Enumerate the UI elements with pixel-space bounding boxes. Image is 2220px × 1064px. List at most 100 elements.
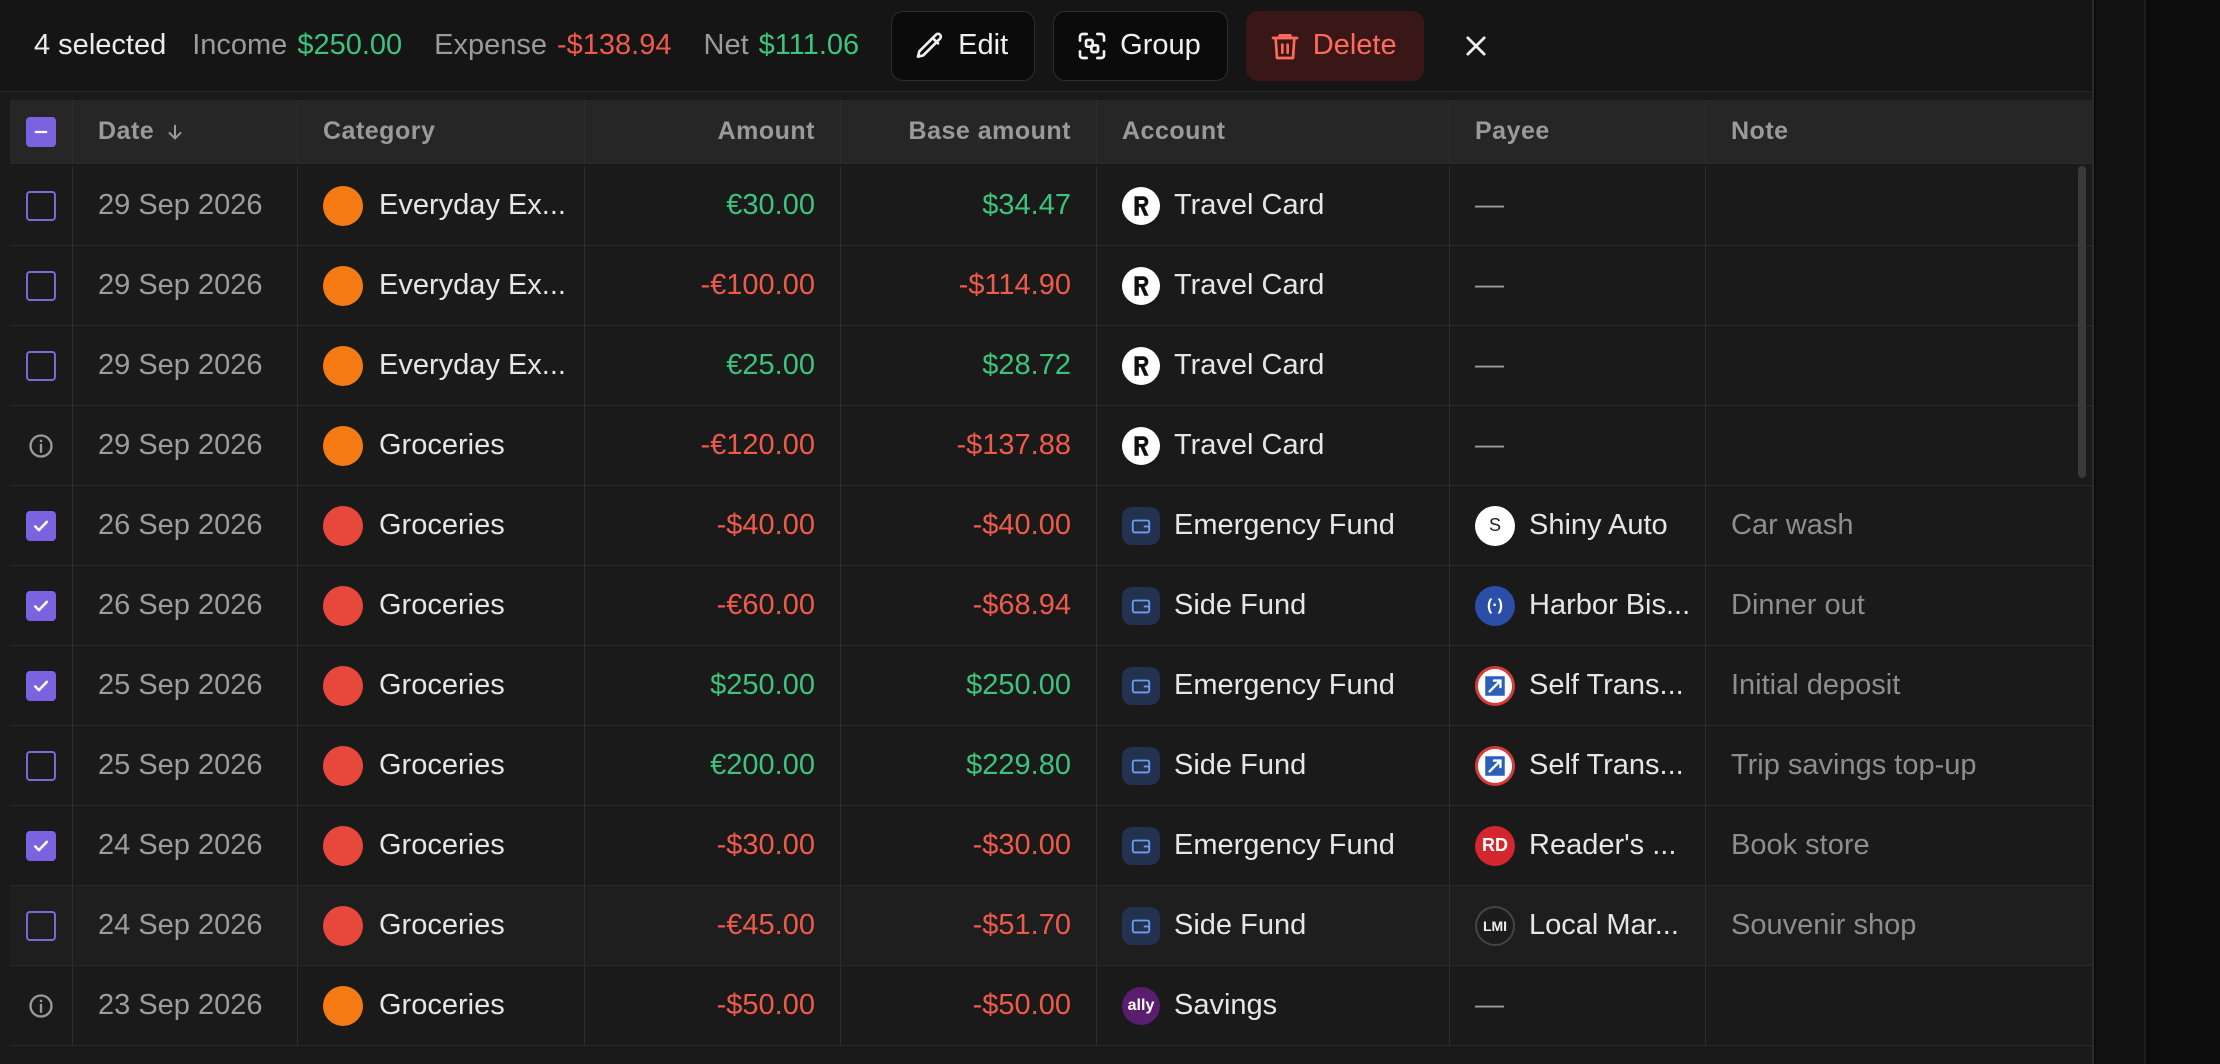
column-header-date[interactable]: Date [73, 100, 298, 163]
account-cell[interactable]: Emergency Fund [1097, 486, 1450, 565]
account-label: Savings [1174, 989, 1278, 1021]
base-amount-cell: -$137.88 [841, 406, 1097, 485]
base-amount-value: -$40.00 [972, 509, 1071, 541]
row-checkbox[interactable] [26, 190, 56, 221]
row-checkbox[interactable] [26, 830, 56, 861]
table-row[interactable]: 25 Sep 2026 Groceries €200.00 $229.80 Side F… [10, 726, 2092, 806]
account-cell[interactable]: Side Fund [1097, 566, 1450, 645]
revolut-icon [1122, 266, 1160, 305]
note-cell[interactable]: Initial deposit [1706, 646, 2092, 725]
category-cell[interactable]: Groceries [298, 966, 585, 1045]
payee-cell[interactable]: — [1450, 406, 1706, 485]
account-cell[interactable]: Travel Card [1097, 166, 1450, 245]
note-cell[interactable] [1706, 406, 2092, 485]
payee-avatar: S [1475, 505, 1515, 546]
payee-cell[interactable]: LMI Local Mar... [1450, 886, 1706, 965]
divider [2144, 0, 2146, 1064]
date-value: 25 Sep 2026 [98, 669, 263, 701]
column-header-amount[interactable]: Amount [585, 100, 841, 163]
info-icon[interactable] [27, 432, 55, 460]
account-cell[interactable]: Travel Card [1097, 246, 1450, 325]
info-icon[interactable] [27, 992, 55, 1020]
category-cell[interactable]: Groceries [298, 406, 585, 485]
group-button[interactable]: Group [1053, 10, 1228, 81]
category-cell[interactable]: Everyday Ex... [298, 246, 585, 325]
category-cell[interactable]: Groceries [298, 806, 585, 885]
account-cell[interactable]: ally Savings [1097, 966, 1450, 1045]
column-header-payee[interactable]: Payee [1450, 100, 1706, 163]
table-row[interactable]: 29 Sep 2026 Everyday Ex... €30.00 $34.47 Tra… [10, 166, 2092, 246]
column-header-account[interactable]: Account [1097, 100, 1450, 163]
row-checkbox[interactable] [26, 590, 56, 621]
table-row[interactable]: 25 Sep 2026 Groceries $250.00 $250.00 Emerge… [10, 646, 2092, 726]
payee-logo: RD [1475, 825, 1515, 866]
category-cell[interactable]: Groceries [298, 646, 585, 725]
expense-label: Expense [434, 29, 547, 61]
category-cell[interactable]: Groceries [298, 886, 585, 965]
row-checkbox[interactable] [26, 510, 56, 541]
select-all-checkbox[interactable] [26, 116, 56, 147]
column-header-base-amount[interactable]: Base amount [841, 100, 1097, 163]
note-cell[interactable]: Dinner out [1706, 566, 2092, 645]
account-cell[interactable]: Side Fund [1097, 726, 1450, 805]
account-cell[interactable]: Emergency Fund [1097, 646, 1450, 725]
account-cell[interactable]: Side Fund [1097, 886, 1450, 965]
account-cell[interactable]: Travel Card [1097, 326, 1450, 405]
note-cell[interactable]: Car wash [1706, 486, 2092, 565]
payee-cell[interactable]: — [1450, 166, 1706, 245]
category-cell[interactable]: Groceries [298, 726, 585, 805]
note-cell[interactable]: Book store [1706, 806, 2092, 885]
row-checkbox[interactable] [26, 670, 56, 701]
date-value: 26 Sep 2026 [98, 509, 263, 541]
row-checkbox[interactable] [26, 750, 56, 781]
row-checkbox[interactable] [26, 350, 56, 381]
payee-cell[interactable]: Self Trans... [1450, 646, 1706, 725]
note-cell[interactable] [1706, 246, 2092, 325]
table-row[interactable]: 29 Sep 2026 Everyday Ex... -€100.00 -$114.9… [10, 246, 2092, 326]
amount-cell: €30.00 [585, 166, 841, 245]
base-amount-cell: $229.80 [841, 726, 1097, 805]
table-row[interactable]: 23 Sep 2026 Groceries -$50.00 -$50.00 ally Sa… [10, 966, 2092, 1046]
amount-cell: $250.00 [585, 646, 841, 725]
amount-value: -€100.00 [700, 269, 816, 301]
table-row[interactable]: 29 Sep 2026 Groceries -€120.00 -$137.88 Trav… [10, 406, 2092, 486]
table-row[interactable]: 24 Sep 2026 Groceries -€45.00 -$51.70 Side F… [10, 886, 2092, 966]
account-cell[interactable]: Emergency Fund [1097, 806, 1450, 885]
column-header-note[interactable]: Note [1706, 100, 2092, 163]
amount-cell: -€45.00 [585, 886, 841, 965]
selected-count: 4 selected [34, 29, 167, 61]
note-cell[interactable] [1706, 166, 2092, 245]
payee-cell[interactable]: Self Trans... [1450, 726, 1706, 805]
close-selection-button[interactable] [1448, 18, 1504, 74]
payee-label: Self Trans... [1529, 749, 1684, 781]
table-row[interactable]: 26 Sep 2026 Groceries -€60.00 -$68.94 Side F… [10, 566, 2092, 646]
payee-cell[interactable]: — [1450, 326, 1706, 405]
table-row[interactable]: 29 Sep 2026 Everyday Ex... €25.00 $28.72 Tra… [10, 326, 2092, 406]
note-cell[interactable]: Trip savings top-up [1706, 726, 2092, 805]
delete-button[interactable]: Delete [1245, 10, 1424, 81]
category-cell[interactable]: Groceries [298, 566, 585, 645]
column-header-category[interactable]: Category [298, 100, 585, 163]
income-summary: Income $250.00 [192, 29, 402, 62]
account-cell[interactable]: Travel Card [1097, 406, 1450, 485]
row-checkbox[interactable] [26, 270, 56, 301]
table-row[interactable]: 24 Sep 2026 Groceries -$30.00 -$30.00 Emerge… [10, 806, 2092, 886]
category-cell[interactable]: Everyday Ex... [298, 326, 585, 405]
row-select-cell [10, 566, 73, 645]
category-cell[interactable]: Groceries [298, 486, 585, 565]
category-cell[interactable]: Everyday Ex... [298, 166, 585, 245]
table-scrollbar[interactable] [2078, 166, 2086, 478]
payee-cell[interactable]: — [1450, 246, 1706, 325]
column-base-amount-label: Base amount [908, 117, 1071, 145]
note-cell[interactable] [1706, 966, 2092, 1045]
payee-cell[interactable]: RD Reader's ... [1450, 806, 1706, 885]
payee-cell[interactable]: — [1450, 966, 1706, 1045]
edit-button[interactable]: Edit [891, 10, 1036, 81]
payee-cell[interactable]: S Shiny Auto [1450, 486, 1706, 565]
note-cell[interactable]: Souvenir shop [1706, 886, 2092, 965]
net-value: $111.06 [758, 29, 860, 61]
payee-cell[interactable]: (·) Harbor Bis... [1450, 566, 1706, 645]
table-row[interactable]: 26 Sep 2026 Groceries -$40.00 -$40.00 Emerge… [10, 486, 2092, 566]
note-cell[interactable] [1706, 326, 2092, 405]
row-checkbox[interactable] [26, 910, 56, 941]
